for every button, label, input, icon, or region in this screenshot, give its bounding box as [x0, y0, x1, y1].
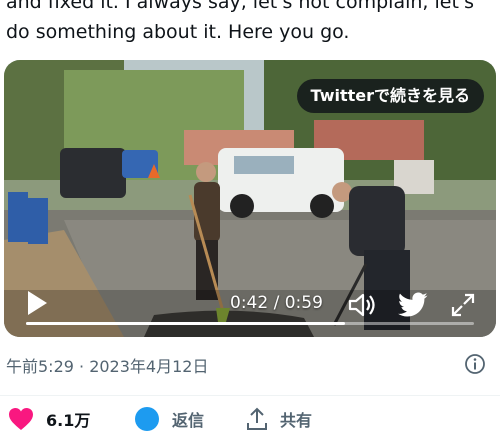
fullscreen-button[interactable]: [450, 292, 476, 318]
heart-icon: [9, 408, 33, 430]
share-label: 共有: [280, 411, 313, 430]
reply-button[interactable]: 返信: [134, 407, 204, 431]
info-icon[interactable]: [464, 353, 486, 375]
fullscreen-icon: [451, 293, 475, 317]
tweet-timestamp[interactable]: 午前5:29 · 2023年4月12日: [6, 353, 208, 377]
continue-on-twitter-button[interactable]: Twitterで続きを見る: [296, 79, 484, 113]
reply-bubble-icon: [135, 407, 159, 431]
video-player[interactable]: Twitterで続きを見る 0:42 / 0:59: [4, 60, 496, 337]
volume-button[interactable]: [348, 292, 376, 318]
share-icon: [247, 407, 267, 430]
twitter-bird-icon: [398, 292, 428, 317]
like-count: 6.1万: [46, 411, 91, 430]
twitter-logo-button[interactable]: [398, 292, 428, 318]
current-time: 0:42: [230, 293, 269, 313]
tweet-text: and fixed it. I always say, let's not co…: [6, 0, 475, 43]
play-button[interactable]: [26, 290, 48, 316]
video-time-display: 0:42 / 0:59: [230, 293, 323, 313]
play-icon: [28, 291, 47, 315]
tweet-actions: 6.1万 返信 共有: [0, 407, 500, 437]
like-button[interactable]: 6.1万: [8, 407, 90, 431]
share-button[interactable]: 共有: [246, 407, 312, 431]
time-separator: /: [268, 293, 285, 313]
video-progress-fill: [26, 322, 345, 325]
tweet-meta: 午前5:29 · 2023年4月12日: [6, 351, 494, 381]
video-progress-bar[interactable]: [26, 322, 474, 325]
divider: [0, 395, 500, 396]
volume-icon: [348, 293, 375, 317]
duration: 0:59: [284, 293, 323, 313]
reply-label: 返信: [172, 411, 205, 430]
